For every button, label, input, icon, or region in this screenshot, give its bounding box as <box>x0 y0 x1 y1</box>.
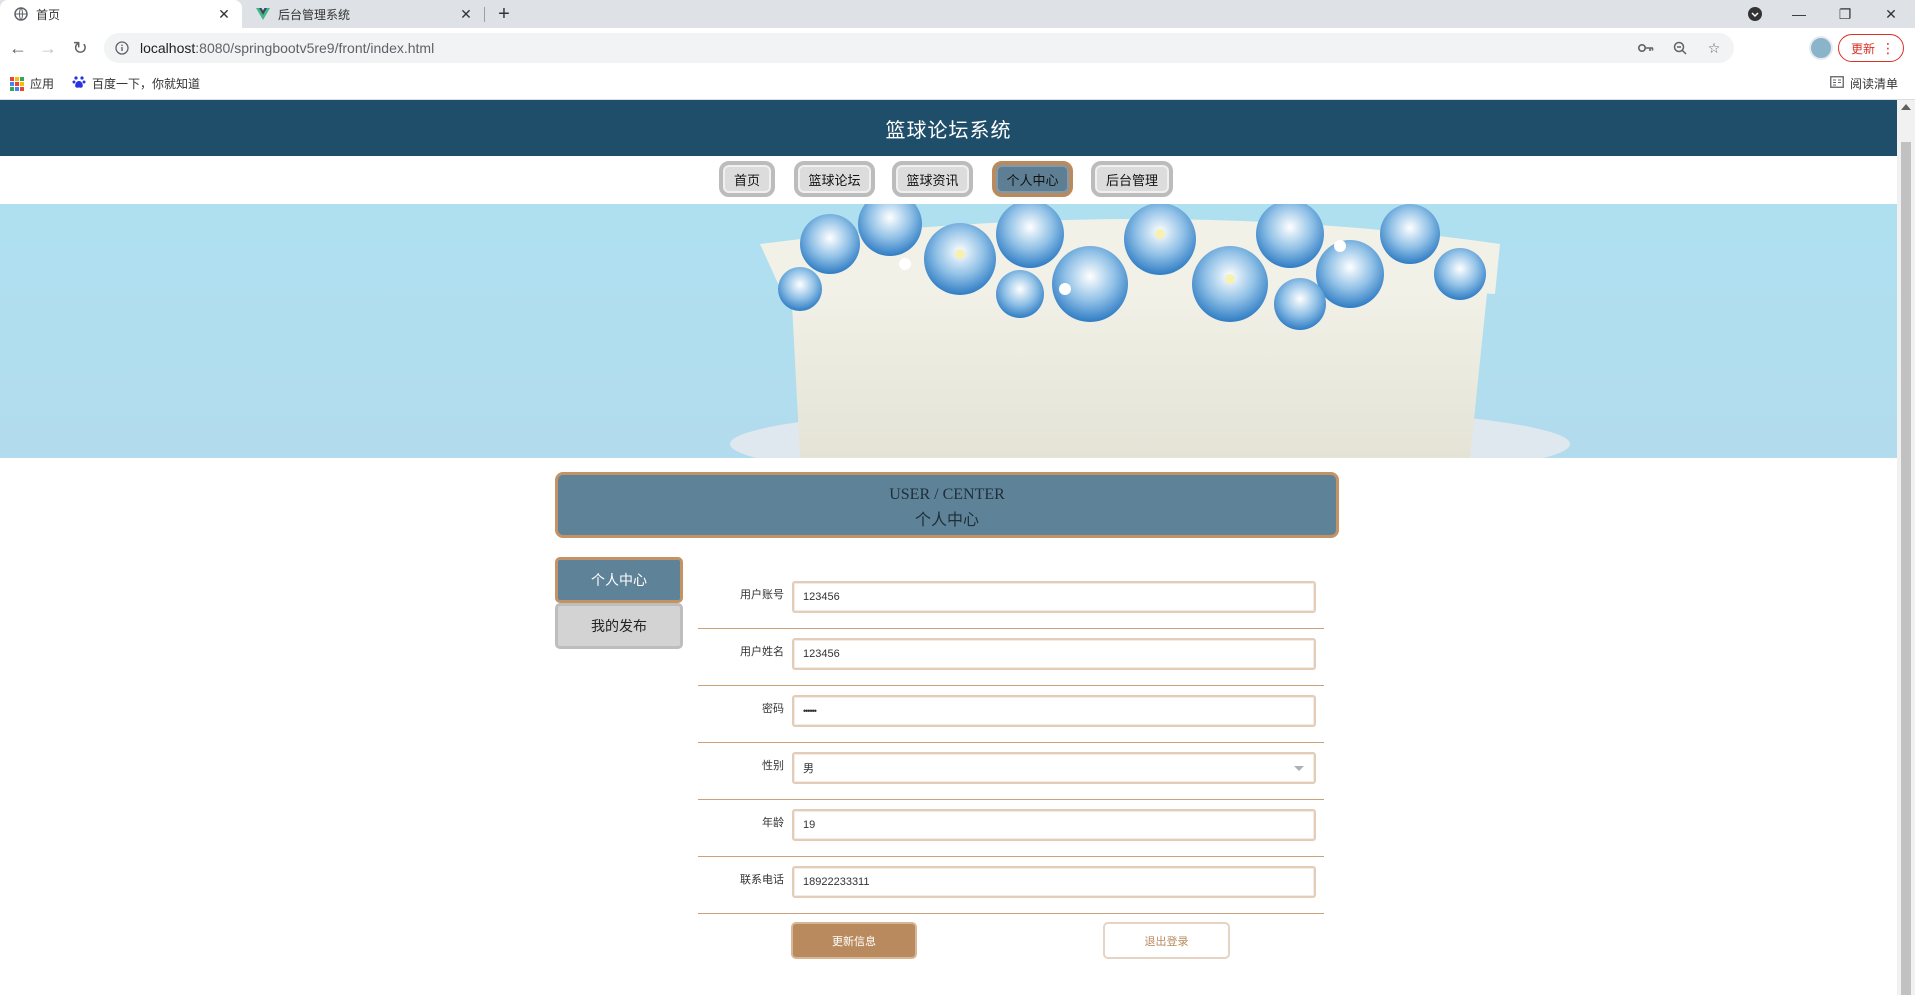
field-label: 密码 <box>762 703 784 715</box>
nav-forum[interactable]: 篮球论坛 <box>794 161 875 197</box>
scrollbar-thumb[interactable] <box>1901 142 1911 995</box>
nav-home[interactable]: 首页 <box>719 161 775 197</box>
reading-list-label: 阅读清单 <box>1850 77 1899 91</box>
globe-icon <box>14 7 28 21</box>
nav-user-center[interactable]: 个人中心 <box>992 161 1073 197</box>
phone-input[interactable]: 18922233311 <box>792 866 1316 898</box>
bookmark-baidu[interactable]: 百度一下，你就知道 <box>72 75 200 92</box>
omnibox-actions: ☆ <box>1636 38 1724 58</box>
main-nav: 首页 篮球论坛 篮球资讯 个人中心 后台管理 <box>0 156 1897 204</box>
key-icon[interactable] <box>1636 38 1656 58</box>
baidu-paw-icon <box>72 75 86 92</box>
nav-news[interactable]: 篮球资讯 <box>892 161 973 197</box>
bookmark-label: 百度一下，你就知道 <box>92 77 201 91</box>
restore-icon[interactable]: ❐ <box>1822 0 1868 28</box>
more-vert-icon: ⋮ <box>1881 40 1895 56</box>
password-input[interactable]: •••••• <box>792 695 1316 727</box>
banner-image <box>0 204 1897 458</box>
new-tab-plus-icon[interactable]: + <box>493 3 515 25</box>
section-title-cn: 个人中心 <box>914 512 979 529</box>
star-icon[interactable]: ☆ <box>1704 38 1724 58</box>
chevron-down-icon <box>1294 766 1304 771</box>
zoom-icon[interactable] <box>1670 38 1690 58</box>
close-icon[interactable]: ✕ <box>216 6 232 22</box>
form-row-account: 用户账号 123456 <box>698 572 1324 629</box>
bookmark-apps[interactable]: 应用 <box>10 75 54 92</box>
minimize-icon[interactable]: — <box>1776 0 1822 28</box>
browser-tab-admin[interactable]: 后台管理系统 ✕ <box>242 0 484 28</box>
field-label: 年龄 <box>762 817 784 829</box>
window-close-icon[interactable]: ✕ <box>1868 0 1914 28</box>
close-icon[interactable]: ✕ <box>458 6 474 22</box>
profile-form: 用户账号 123456 用户姓名 123456 密码 •••••• 性别 男 年… <box>698 572 1324 914</box>
browser-tab-home[interactable]: 首页 ✕ <box>0 0 242 28</box>
update-button[interactable]: 更新 ⋮ <box>1838 34 1904 62</box>
nav-admin[interactable]: 后台管理 <box>1091 161 1173 197</box>
side-item-my-posts[interactable]: 我的发布 <box>555 603 683 649</box>
address-bar[interactable]: localhost:8080/springbootv5re9/front/ind… <box>104 33 1734 63</box>
forward-arrow-icon[interactable]: → <box>36 36 60 60</box>
form-row-password: 密码 •••••• <box>698 686 1324 743</box>
scroll-up-arrow-icon[interactable] <box>1901 104 1911 110</box>
browser-tab-bar: 首页 ✕ 后台管理系统 ✕ + — ❐ ✕ <box>0 0 1915 28</box>
site-header: 篮球论坛系统 <box>0 100 1897 156</box>
field-label: 用户账号 <box>740 589 784 601</box>
profile-avatar[interactable] <box>1809 36 1833 60</box>
browser-toolbar: ← → ↻ localhost:8080/springbootv5re9/fro… <box>0 28 1915 68</box>
gender-select[interactable]: 男 <box>792 752 1316 784</box>
reload-icon[interactable]: ↻ <box>68 36 92 60</box>
form-row-phone: 联系电话 18922233311 <box>698 857 1324 914</box>
field-label: 性别 <box>762 760 784 772</box>
field-label: 用户姓名 <box>740 646 784 658</box>
section-title-en: USER / CENTER <box>889 486 1005 503</box>
site-title: 篮球论坛系统 <box>885 119 1012 142</box>
account-input[interactable]: 123456 <box>792 581 1316 613</box>
tab-search-icon[interactable] <box>1732 0 1778 28</box>
field-label: 联系电话 <box>740 874 784 886</box>
age-input[interactable]: 19 <box>792 809 1316 841</box>
update-info-button[interactable]: 更新信息 <box>791 922 917 959</box>
tab-title: 后台管理系统 <box>278 7 351 22</box>
back-arrow-icon[interactable]: ← <box>6 36 30 60</box>
side-menu: 个人中心 我的发布 <box>555 557 683 649</box>
page-scrollbar[interactable] <box>1897 100 1915 995</box>
bookmark-label: 应用 <box>30 77 55 91</box>
reading-list[interactable]: 阅读清单 <box>1830 75 1898 92</box>
logout-button[interactable]: 退出登录 <box>1103 922 1230 959</box>
bookmarks-bar: 应用 百度一下，你就知道 阅读清单 <box>0 68 1915 100</box>
form-row-age: 年龄 19 <box>698 800 1324 857</box>
vue-logo-icon <box>256 7 270 21</box>
form-row-gender: 性别 男 <box>698 743 1324 800</box>
side-item-user-center[interactable]: 个人中心 <box>555 557 683 603</box>
form-row-name: 用户姓名 123456 <box>698 629 1324 686</box>
tab-title: 首页 <box>36 7 61 22</box>
info-icon[interactable] <box>114 40 130 56</box>
name-input[interactable]: 123456 <box>792 638 1316 670</box>
update-label: 更新 <box>1851 41 1876 56</box>
web-page: 篮球论坛系统 首页 篮球论坛 篮球资讯 个人中心 后台管理 USER / CEN… <box>0 100 1897 995</box>
tab-separator <box>484 7 485 22</box>
reading-list-icon <box>1830 76 1844 91</box>
section-title-box: USER / CENTER 个人中心 <box>555 472 1339 538</box>
apps-grid-icon <box>10 76 24 91</box>
url-text: localhost:8080/springbootv5re9/front/ind… <box>140 40 435 56</box>
flower-cake-illustration <box>730 204 1570 458</box>
